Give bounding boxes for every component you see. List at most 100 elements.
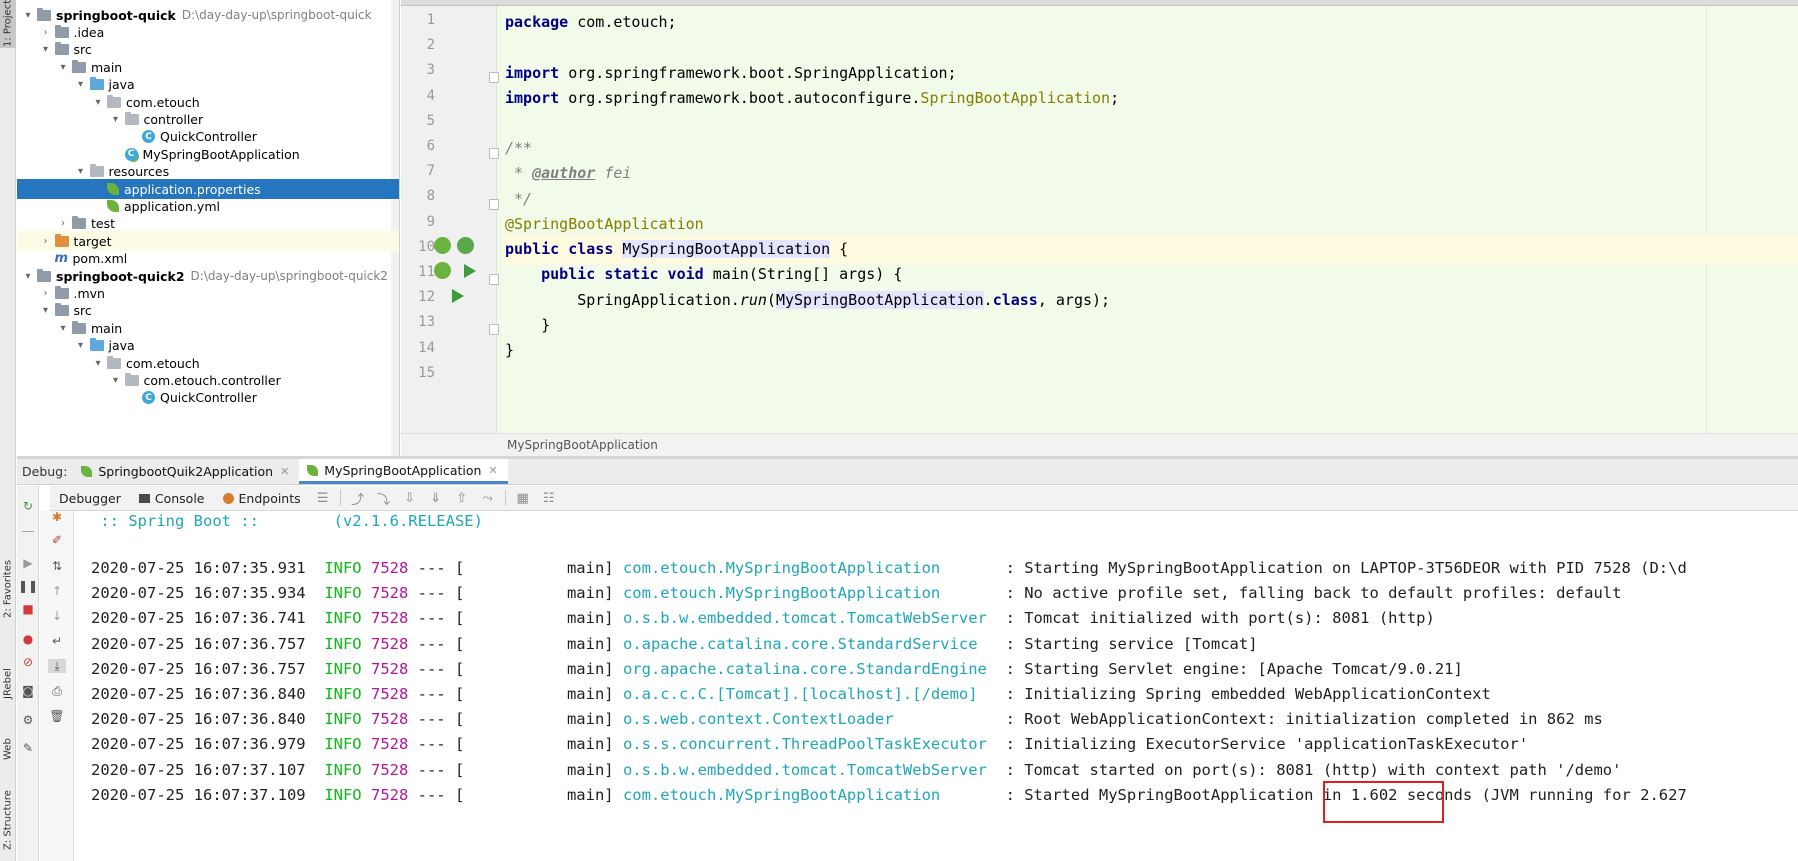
fold-icon[interactable] (489, 148, 499, 159)
fold-icon[interactable] (489, 324, 499, 335)
print-icon[interactable]: ⎙ (50, 684, 64, 698)
close-icon[interactable]: ✕ (280, 465, 289, 478)
jrebel-tool-tab[interactable]: JRebel (0, 668, 16, 728)
spring-yml-icon (107, 200, 119, 213)
project-tool-tab[interactable]: 1: Project (0, 0, 16, 48)
structure-tool-tab[interactable]: Z: Structure (0, 790, 16, 861)
chevron-down-icon[interactable]: ▾ (39, 44, 53, 55)
tree-item[interactable]: C QuickController (17, 388, 399, 408)
console-output[interactable]: :: Spring Boot :: (v2.1.6.RELEASE) 2020-… (75, 511, 1798, 861)
tab-console[interactable]: Console (130, 486, 214, 511)
tree-item-label: pom.xml (72, 251, 128, 267)
chevron-right-icon[interactable]: › (39, 27, 53, 38)
spring-check-icon[interactable] (457, 237, 474, 254)
chevron-down-icon[interactable]: ▾ (91, 97, 105, 108)
editor-gutter[interactable]: 1 2 3 4 5 6 7 8 9 10 11 12 13 14 15 (401, 6, 499, 433)
chevron-down-icon[interactable]: ▾ (39, 305, 53, 316)
log-message: : Starting Servlet engine: [Apache Tomca… (996, 659, 1463, 678)
menu-icon[interactable]: ☰ (310, 486, 336, 511)
step-into-icon[interactable]: ⇩ (397, 486, 423, 511)
up-icon[interactable]: ↑ (50, 584, 64, 598)
evaluate-expression-icon[interactable]: ▦ (510, 486, 536, 511)
spring-endpoint-icon[interactable]: ✱ (50, 510, 64, 524)
run-tab-springbootquik2[interactable]: SpringbootQuik2Application ✕ (73, 459, 299, 484)
settings-icon[interactable]: ⚙ (21, 713, 35, 727)
run-tab-myspringbootapplication[interactable]: MySpringBootApplication ✕ (299, 459, 508, 484)
show-execution-point-icon[interactable]: ⤴ (345, 486, 371, 511)
close-icon[interactable]: ✕ (488, 464, 497, 477)
trash-icon[interactable]: 🗑 (49, 709, 64, 723)
web-tool-tab[interactable]: Web (0, 738, 16, 782)
tree-item-label: test (91, 216, 116, 232)
class-icon: C (142, 391, 155, 405)
pin-icon[interactable]: ✎ (21, 741, 35, 755)
rerun-icon[interactable]: ↻ (21, 499, 35, 513)
down-icon[interactable]: ↓ (50, 609, 64, 623)
breadcrumb-item[interactable]: MySpringBootApplication (507, 438, 658, 452)
log-level: INFO (324, 659, 362, 678)
annotation-text: SpringBootApplication (920, 89, 1111, 107)
run-icon[interactable] (452, 289, 464, 303)
chevron-down-icon[interactable]: ▾ (56, 323, 70, 334)
code-line-7[interactable]: * @author fei (504, 159, 1798, 188)
code-line-4[interactable]: import org.springframework.boot.autoconf… (504, 84, 1798, 113)
run-to-cursor-icon[interactable]: ⤳ (475, 486, 501, 511)
soft-wrap-icon[interactable]: ↵ (50, 634, 64, 648)
log-thread: --- [ main] (408, 659, 623, 678)
chevron-down-icon[interactable]: ▾ (56, 62, 70, 73)
tree-item-label: com.etouch (126, 355, 200, 371)
line-number: 14 (418, 339, 435, 356)
package-icon (107, 355, 121, 369)
fold-icon[interactable] (489, 199, 499, 210)
code-line-1[interactable]: package com.etouch; (504, 8, 1798, 37)
chevron-right-icon[interactable]: › (39, 236, 53, 247)
log-logger: o.s.b.w.embedded.tomcat.TomcatWebServer (622, 760, 997, 779)
spring-properties-icon (107, 183, 119, 195)
log-timestamp: 2020-07-25 16:07:36.741 (91, 609, 306, 628)
stop-icon[interactable]: ■ (21, 602, 35, 616)
sort-icon[interactable]: ⇅ (50, 559, 64, 573)
fold-icon[interactable] (489, 72, 499, 83)
code-line-11[interactable]: public static void main(String[] args) { (504, 260, 1798, 289)
mute-breakpoints-icon[interactable]: ⊘ (21, 655, 35, 669)
force-step-into-icon[interactable]: ⇓ (423, 486, 449, 511)
favorites-tool-tab[interactable]: 2: Favorites (0, 560, 16, 650)
pause-icon[interactable]: ❚❚ (18, 579, 38, 593)
chevron-down-icon[interactable]: ▾ (109, 114, 123, 125)
resume-icon[interactable]: ▶ (21, 556, 35, 570)
chevron-down-icon[interactable]: ▾ (21, 10, 35, 21)
code-editor[interactable]: 1 2 3 4 5 6 7 8 9 10 11 12 13 14 15 package com.etouch… (401, 0, 1798, 456)
trace-icon[interactable]: ☷ (536, 486, 562, 511)
scroll-to-end-icon[interactable]: ⤓ (48, 659, 66, 673)
tree-item-label: main (91, 59, 123, 75)
project-tree[interactable]: ▾ springboot-quick D:\day-day-up\springboo… (17, 0, 400, 456)
editor-breadcrumb[interactable]: MySpringBootApplication (401, 433, 1798, 456)
camera-icon[interactable]: ◙ (21, 684, 35, 698)
line-number: 5 (426, 112, 435, 129)
chevron-down-icon[interactable]: ▾ (74, 79, 88, 90)
step-over-icon[interactable]: ⤵ (371, 486, 397, 511)
chevron-right-icon[interactable]: › (39, 288, 53, 299)
chevron-right-icon[interactable]: › (56, 218, 70, 229)
spring-bean-icon[interactable] (434, 237, 451, 254)
chevron-down-icon[interactable]: ▾ (91, 358, 105, 369)
code-line-14[interactable]: } (504, 336, 1798, 365)
tab-debugger[interactable]: Debugger (50, 486, 130, 511)
spring-bean-icon[interactable] (434, 262, 451, 279)
tree-item-label: src (73, 42, 92, 58)
editor-tab-bar[interactable] (401, 0, 1798, 6)
log-thread: --- [ main] (408, 634, 623, 653)
tab-endpoints[interactable]: Endpoints (214, 486, 310, 511)
chevron-down-icon[interactable]: ▾ (74, 340, 88, 351)
chevron-down-icon[interactable]: ▾ (74, 166, 88, 177)
chevron-down-icon[interactable]: ▾ (21, 271, 35, 282)
step-out-icon[interactable]: ⇧ (449, 486, 475, 511)
structure-tool-tab-label: Z: Structure (2, 790, 14, 850)
chevron-down-icon[interactable]: ▾ (109, 375, 123, 386)
clear-marker-icon[interactable]: ✐ (50, 533, 64, 547)
tree-item-label: application.yml (124, 198, 220, 214)
log-line[interactable]: 2020-07-25 16:07:37.109 INFO 7528 --- [ … (91, 781, 1687, 810)
fold-icon[interactable] (489, 274, 499, 285)
run-icon[interactable] (464, 264, 476, 278)
view-breakpoints-icon[interactable]: ● (21, 632, 35, 646)
